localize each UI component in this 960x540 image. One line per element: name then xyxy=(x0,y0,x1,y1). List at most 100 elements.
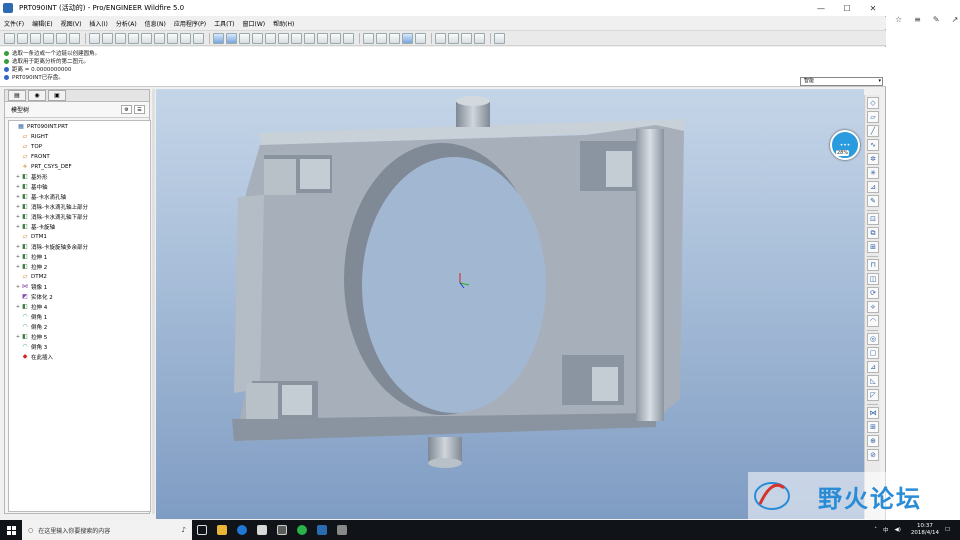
repaint-icon[interactable] xyxy=(213,32,224,44)
tree-item[interactable]: ▱ DTM2 xyxy=(9,272,150,282)
tree-item[interactable]: + ⋈ 镜像 1 xyxy=(9,282,150,292)
reorient-icon[interactable] xyxy=(304,32,315,44)
proe-taskbar-icon[interactable] xyxy=(312,520,332,540)
tree-item[interactable]: ◠ 倒角 3 xyxy=(9,342,150,352)
menu-info[interactable]: 信息(N) xyxy=(145,19,166,28)
input-method[interactable]: 中 xyxy=(883,526,889,534)
show-icon[interactable]: ☰ xyxy=(134,105,145,114)
paste-special-icon[interactable] xyxy=(154,32,165,44)
tree-item[interactable]: + ◧ 基外形 xyxy=(9,172,150,182)
zoom-in-icon[interactable] xyxy=(265,32,276,44)
volume-icon[interactable]: ◀) xyxy=(894,527,900,533)
chat-badge[interactable]: ••• 28% xyxy=(830,130,860,160)
calculator-icon[interactable] xyxy=(272,520,292,540)
layers-icon[interactable] xyxy=(330,32,341,44)
shading-icon[interactable] xyxy=(252,32,263,44)
copy-geom-icon[interactable]: ⧉ xyxy=(867,227,879,239)
tree-item[interactable]: + ◧ 拉伸 2 xyxy=(9,262,150,272)
sweep-icon[interactable]: ⟳ xyxy=(867,287,879,299)
new-file-icon[interactable] xyxy=(4,32,15,44)
selection-filter[interactable]: 智能 ▾ xyxy=(800,77,883,86)
find-icon[interactable] xyxy=(180,32,191,44)
blend-icon[interactable]: ⟡ xyxy=(867,301,879,313)
tree-item[interactable]: ◠ 倒角 2 xyxy=(9,322,150,332)
datum-points-icon[interactable] xyxy=(461,32,472,44)
place-icon[interactable]: ⊡ xyxy=(867,213,879,225)
edge-browser-icon[interactable] xyxy=(232,520,252,540)
undo-icon[interactable] xyxy=(89,32,100,44)
menu-file[interactable]: 文件(F) xyxy=(4,19,24,28)
tree-item[interactable]: + ◧ 基-卡水滴孔轴 xyxy=(9,192,150,202)
datum-point-icon[interactable]: ✲ xyxy=(867,153,879,165)
analysis-icon[interactable]: ⊿ xyxy=(867,181,879,193)
no-hidden-icon[interactable] xyxy=(389,32,400,44)
cut-icon[interactable] xyxy=(115,32,126,44)
csys-icon[interactable] xyxy=(474,32,485,44)
microphone-icon[interactable]: ♪ xyxy=(182,526,186,534)
tree-item[interactable]: ⟡ PRT_CSYS_DEF xyxy=(9,162,150,172)
hidden-line-icon[interactable] xyxy=(376,32,387,44)
hole-icon[interactable]: ◎ xyxy=(867,333,879,345)
datum-plane-tool-icon[interactable]: ▱ xyxy=(867,111,879,123)
enhanced-realism-icon[interactable] xyxy=(415,32,426,44)
refit-icon[interactable] xyxy=(291,32,302,44)
datum-axes-icon[interactable] xyxy=(448,32,459,44)
tree-item[interactable]: ▱ TOP xyxy=(9,142,150,152)
tree-item[interactable]: + ◧ 拉伸 4 xyxy=(9,302,150,312)
favorite-icon[interactable]: ☆ xyxy=(895,15,902,24)
task-view-icon[interactable] xyxy=(192,520,212,540)
menu-insert[interactable]: 插入(I) xyxy=(89,19,107,28)
tree-item[interactable]: + ◧ 消除-卡水滴孔轴下部分 xyxy=(9,212,150,222)
trim-icon[interactable]: ⊘ xyxy=(867,449,879,461)
model-tree-tab-icon[interactable]: ▤ xyxy=(8,90,26,101)
view-manager-icon[interactable] xyxy=(343,32,354,44)
folder-browser-tab-icon[interactable]: ◉ xyxy=(28,90,46,101)
close-button[interactable]: ✕ xyxy=(860,0,886,16)
favorites-tab-icon[interactable]: ▣ xyxy=(48,90,66,101)
panel-splitter[interactable] xyxy=(152,89,155,514)
round-icon[interactable]: ◠ xyxy=(867,315,879,327)
paste-icon[interactable] xyxy=(141,32,152,44)
datum-axis-icon[interactable]: ╱ xyxy=(867,125,879,137)
chamfer-icon[interactable]: ◸ xyxy=(867,389,879,401)
regenerate-icon[interactable] xyxy=(69,32,80,44)
datum-curve-icon[interactable]: ∿ xyxy=(867,139,879,151)
settings-icon[interactable]: ⚙ xyxy=(121,105,132,114)
extrude-icon[interactable]: ⊓ xyxy=(867,259,879,271)
zoom-out-icon[interactable] xyxy=(278,32,289,44)
shell-icon[interactable]: ▢ xyxy=(867,347,879,359)
datum-plane-icon[interactable]: ◇ xyxy=(867,97,879,109)
start-button[interactable] xyxy=(0,520,22,540)
open-file-icon[interactable] xyxy=(17,32,28,44)
taskbar-search[interactable]: ○ 在这里输入你要搜索的内容 ♪ xyxy=(22,520,192,540)
save-icon[interactable] xyxy=(30,32,41,44)
tree-item[interactable]: + ◧ 拉伸 1 xyxy=(9,252,150,262)
tree-item[interactable]: ▱ RIGHT xyxy=(9,132,150,142)
tray-up-icon[interactable]: ˄ xyxy=(874,527,877,533)
tree-item[interactable]: + ◧ 拉伸 5 xyxy=(9,332,150,342)
context-help-icon[interactable] xyxy=(494,32,505,44)
file-explorer-icon[interactable] xyxy=(212,520,232,540)
notification-icon[interactable]: ☐ xyxy=(945,527,950,533)
menu-analysis[interactable]: 分析(A) xyxy=(116,19,137,28)
merge-icon[interactable]: ⊞ xyxy=(867,241,879,253)
tree-item[interactable]: + ◧ 消除-卡水滴孔轴上部分 xyxy=(9,202,150,212)
regen-manager-icon[interactable] xyxy=(167,32,178,44)
sketch-icon[interactable]: ✎ xyxy=(867,195,879,207)
csys-tool-icon[interactable]: ✳ xyxy=(867,167,879,179)
tree-item[interactable]: + ◧ 基中轴 xyxy=(9,182,150,192)
rib-icon[interactable]: ⊿ xyxy=(867,361,879,373)
minimize-button[interactable]: — xyxy=(808,0,834,16)
pattern-icon[interactable]: ⊞ xyxy=(867,421,879,433)
picture-viewer-icon[interactable] xyxy=(332,520,352,540)
orient-icon[interactable] xyxy=(226,32,237,44)
wireframe-icon[interactable] xyxy=(363,32,374,44)
menu-view[interactable]: 视图(V) xyxy=(61,19,82,28)
menu-edit[interactable]: 编辑(E) xyxy=(32,19,52,28)
tree-item[interactable]: ▦ PRT090INT.PRT xyxy=(9,122,150,132)
share-icon[interactable]: ↗ xyxy=(952,15,959,24)
tree-item[interactable]: + ◧ 消除-卡旋旋轴多余部分 xyxy=(9,242,150,252)
menu-window[interactable]: 窗口(W) xyxy=(243,19,266,28)
spin-center-icon[interactable] xyxy=(239,32,250,44)
graphics-viewport[interactable] xyxy=(156,89,864,519)
